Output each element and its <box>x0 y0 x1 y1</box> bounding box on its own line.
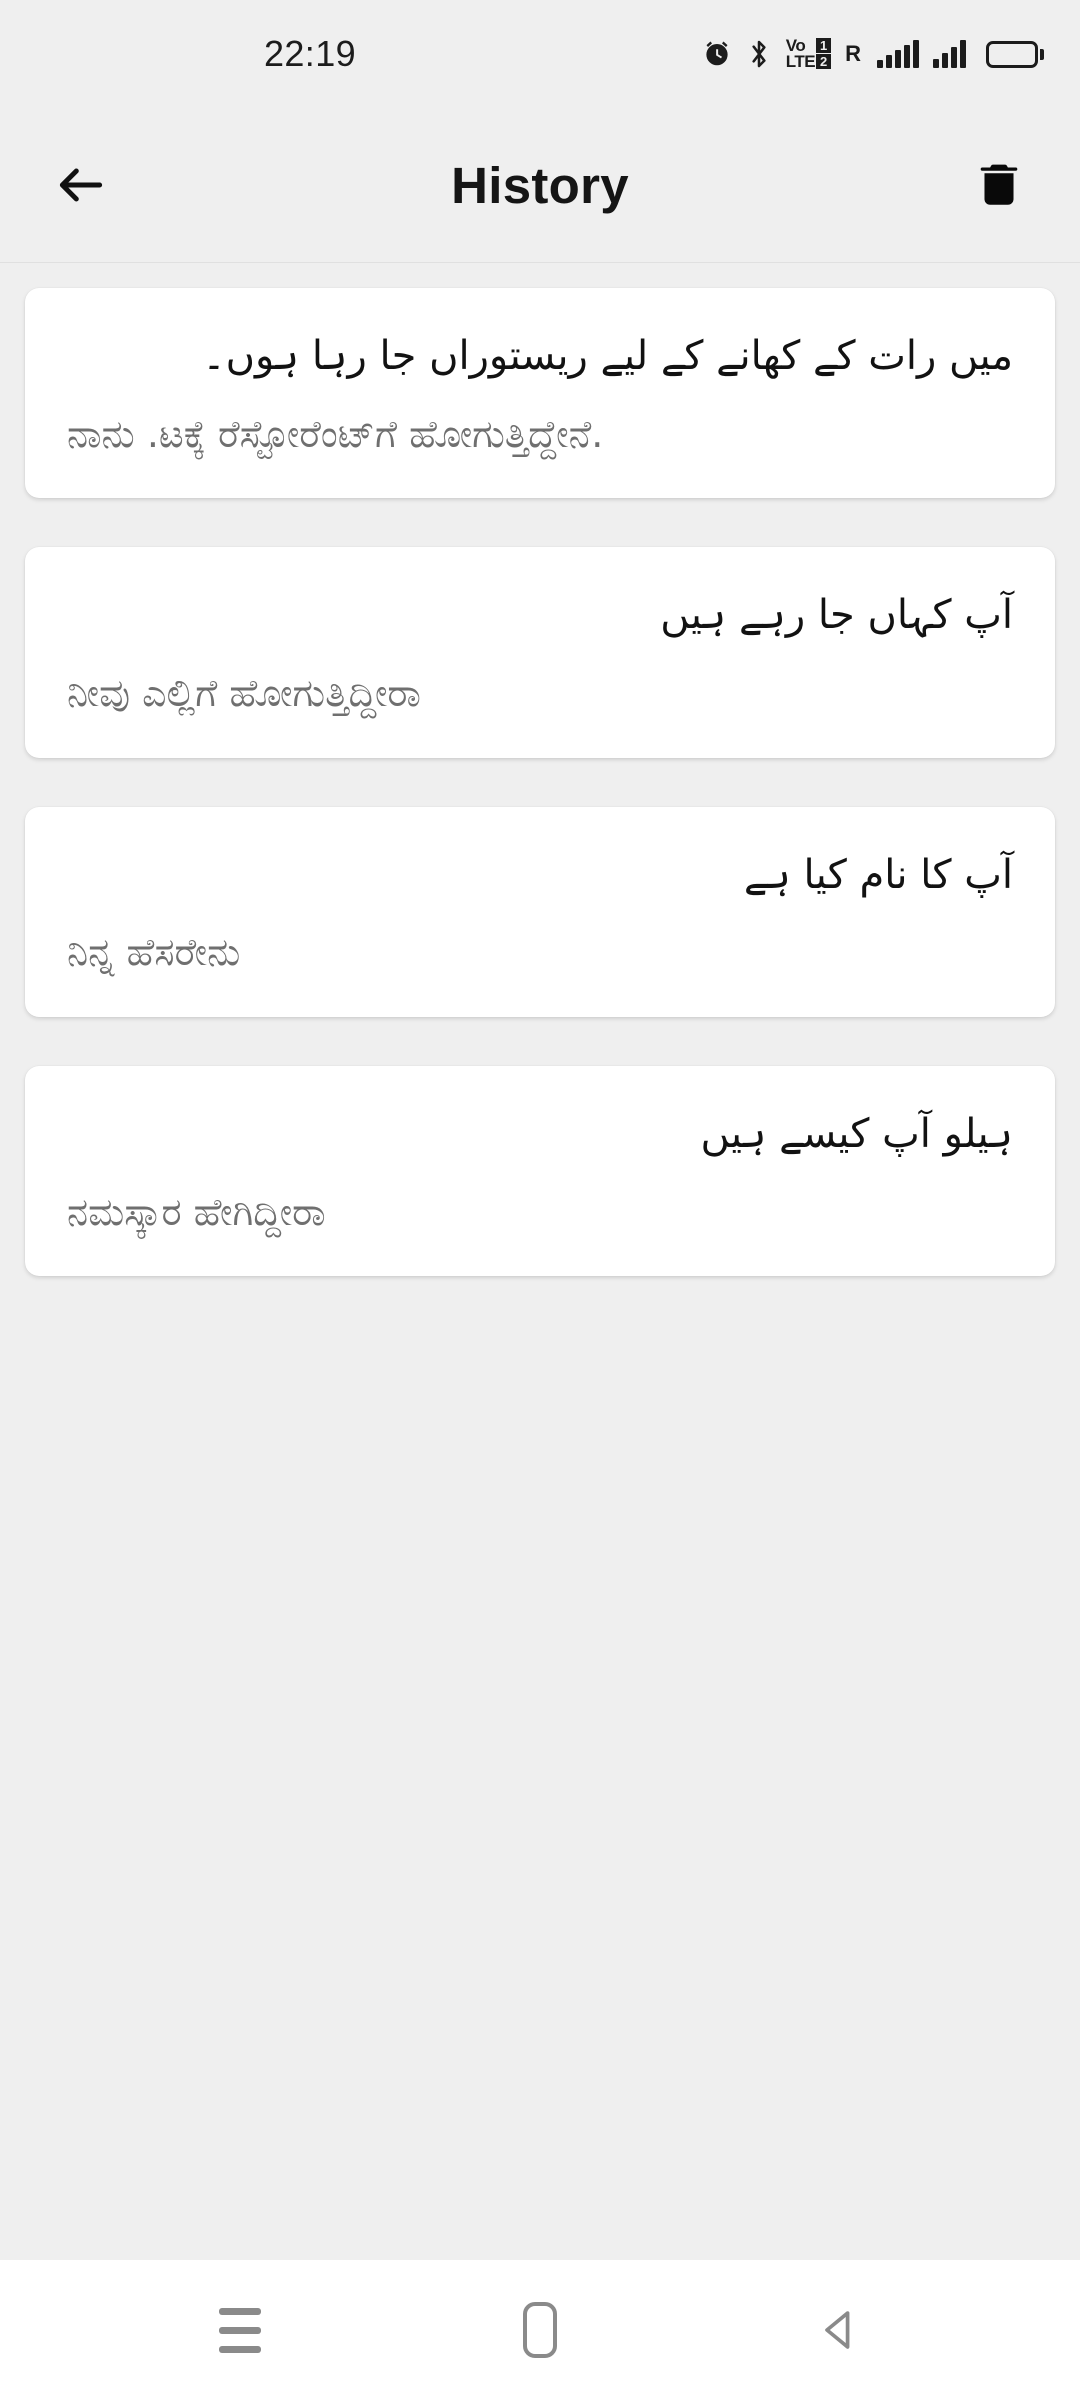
roaming-icon: R <box>845 41 861 66</box>
history-source-text: آپ کا نام کیا ہے <box>743 851 1013 898</box>
history-translated-text: ನಮಸ್ಕಾರ ಹೇಗಿದ್ದೀರಾ <box>67 1189 326 1234</box>
volte-icon: Vo LTE 1 2 <box>785 37 832 71</box>
nav-back-button[interactable] <box>785 2275 895 2385</box>
page-title: History <box>451 156 629 214</box>
status-bar: 22:19 Vo LTE 1 2 R <box>0 0 1080 108</box>
history-translated-text: ನೀವು ಎಲ್ಲಿಗೆ ಹೋಗುತ್ತಿದ್ದೀರಾ <box>67 671 421 716</box>
nav-home-button[interactable] <box>485 2275 595 2385</box>
history-item[interactable]: ہیلو آپ کیسے ہیں ನಮಸ್ಕಾರ ಹೇಗಿದ್ದೀರಾ <box>25 1065 1055 1277</box>
history-item[interactable]: میں رات کے کھانے کے لیے ریستوراں جا رہا … <box>25 288 1055 499</box>
battery-icon <box>986 40 1044 68</box>
system-navigation-bar <box>0 2260 1080 2400</box>
back-triangle-icon <box>825 2311 850 2349</box>
volte-sim1-badge: 1 <box>816 38 832 53</box>
status-bar-icons: Vo LTE 1 2 R <box>702 37 1044 71</box>
history-translated-text: ನಿನ್ನ ಹೆಸರೇನು <box>67 930 241 975</box>
home-icon <box>523 2302 557 2358</box>
nav-recents-button[interactable] <box>185 2275 295 2385</box>
phone-screen: 22:19 Vo LTE 1 2 R History میں رات کے کھ… <box>0 0 1080 2400</box>
history-source-text: ہیلو آپ کیسے ہیں <box>700 1110 1013 1157</box>
signal-sim1-icon <box>877 40 919 68</box>
history-source-text: آپ کہاں جا رہے ہیں <box>660 592 1013 639</box>
arrow-left-icon <box>59 168 103 202</box>
bluetooth-icon <box>746 38 772 70</box>
history-item[interactable]: آپ کہاں جا رہے ہیں ನೀವು ಎಲ್ಲಿಗೆ ಹೋಗುತ್ತಿ… <box>25 547 1055 758</box>
app-bar: History <box>0 108 1080 263</box>
trash-icon <box>980 164 1018 205</box>
clear-history-button[interactable] <box>960 146 1038 224</box>
volte-line2: LTE <box>785 52 816 71</box>
history-list[interactable]: میں رات کے کھانے کے لیے ریستوراں جا رہا … <box>0 263 1080 2260</box>
back-button[interactable] <box>42 146 120 224</box>
history-item[interactable]: آپ کا نام کیا ہے ನಿನ್ನ ಹೆಸರೇನು <box>25 806 1055 1017</box>
signal-sim2-icon <box>933 40 966 68</box>
recents-icon <box>219 2307 261 2353</box>
alarm-icon <box>702 39 732 69</box>
history-translated-text: ನಾನು .ಟಕ್ಕೆ ರೆಸ್ಟೋರೆಂಟ್‌ಗೆ ಹೋಗುತ್ತಿದ್ದೇನ… <box>67 411 604 456</box>
volte-sim2-badge: 2 <box>816 54 832 69</box>
history-source-text: میں رات کے کھانے کے لیے ریستوراں جا رہا … <box>202 333 1013 379</box>
